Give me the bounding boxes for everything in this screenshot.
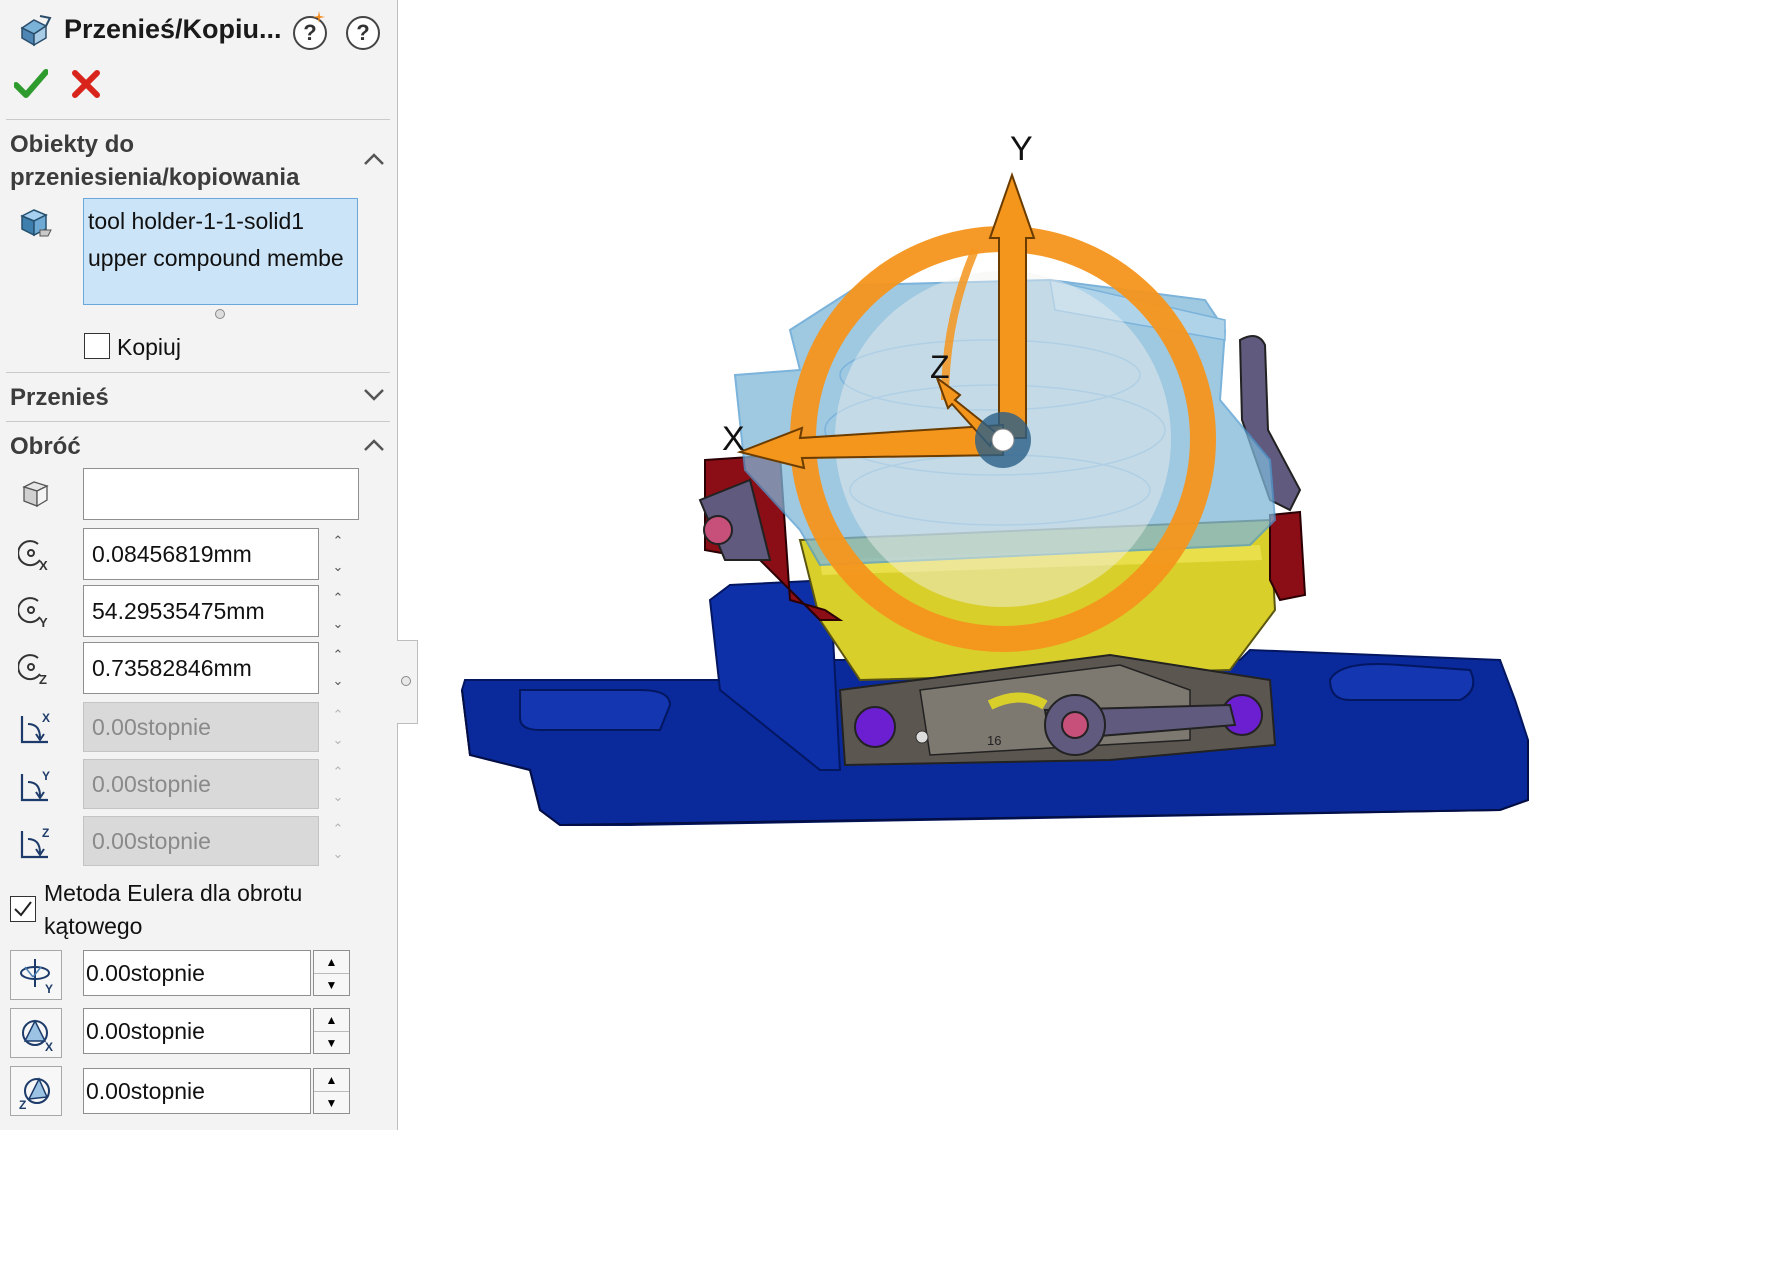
svg-text:X: X xyxy=(42,711,50,725)
center-z-spinner[interactable]: ⌃ ⌄ xyxy=(322,642,354,694)
move-copy-body-icon xyxy=(20,15,52,47)
svg-text:X: X xyxy=(39,558,48,572)
scale-label: 16 xyxy=(987,733,1001,748)
center-y-input[interactable]: 54.29535475mm xyxy=(83,585,319,637)
angle-x-input: 0.00stopnie xyxy=(83,702,319,752)
rotate-z-axis-icon: Z xyxy=(19,1077,50,1112)
angle-x-icon: X xyxy=(20,711,50,744)
triad-origin[interactable] xyxy=(991,428,1015,452)
euler-y-spinner[interactable]: ▲ ▼ xyxy=(313,950,350,996)
euler-x-input[interactable]: 0.00stopnie xyxy=(83,1008,311,1054)
euler-x-spinner[interactable]: ▲ ▼ xyxy=(313,1008,350,1054)
svg-text:Y: Y xyxy=(45,982,53,996)
cancel-x-icon[interactable] xyxy=(72,70,100,98)
checkmark-icon xyxy=(14,901,32,917)
list-item[interactable]: tool holder-1-1-solid1 xyxy=(88,203,357,240)
angle-x-spinner: ⌃ ⌄ xyxy=(332,706,344,747)
move-section-title[interactable]: Przenieś xyxy=(10,381,109,414)
ok-checkmark-icon[interactable] xyxy=(14,68,48,100)
objects-section-title-line1: Obiekty do xyxy=(10,131,135,158)
objects-section-title-line2: przeniesienia/kopiowania xyxy=(10,164,300,191)
rotate-x-axis-icon: X xyxy=(22,1019,53,1054)
angle-z-input: 0.00stopnie xyxy=(83,816,319,866)
list-item[interactable]: upper compound membe xyxy=(88,240,357,277)
separator xyxy=(6,372,390,373)
x-axis-label: X xyxy=(722,420,745,458)
separator xyxy=(6,421,390,422)
svg-text:Y: Y xyxy=(42,769,50,783)
angle-y-icon: Y xyxy=(20,769,50,802)
svg-text:X: X xyxy=(45,1040,53,1054)
reference-point-cube-icon xyxy=(22,481,49,508)
angle-z-icon: Z xyxy=(20,826,49,859)
collapse-chevron-up-icon[interactable] xyxy=(361,146,387,172)
euler-method-checkbox[interactable] xyxy=(10,896,36,922)
euler-method-label-line1: Metoda Eulera dla obrotu xyxy=(44,880,303,906)
svg-text:Z: Z xyxy=(39,672,47,686)
collapse-chevron-up-icon[interactable] xyxy=(361,432,387,458)
center-x-input[interactable]: 0.08456819mm xyxy=(83,528,319,580)
euler-z-axis-button[interactable]: Z xyxy=(10,1066,62,1116)
center-z-input[interactable]: 0.73582846mm xyxy=(83,642,319,694)
euler-z-spinner[interactable]: ▲ ▼ xyxy=(313,1068,350,1114)
copy-label: Kopiuj xyxy=(117,334,181,360)
y-axis-label: Y xyxy=(1010,130,1033,168)
angle-y-input: 0.00stopnie xyxy=(83,759,319,809)
rotate-y-axis-icon: Y xyxy=(20,959,53,996)
list-resize-handle[interactable] xyxy=(215,309,225,319)
svg-text:Y: Y xyxy=(39,615,48,629)
panel-title: Przenieś/Kopiu... xyxy=(64,14,282,44)
solid-body-icon xyxy=(20,209,52,237)
center-x-icon: X xyxy=(18,540,48,572)
angle-z-spinner: ⌃ ⌄ xyxy=(332,820,344,861)
rotate-section-title: Obróć xyxy=(10,433,81,460)
bodies-selection-list[interactable]: tool holder-1-1-solid1 upper compound me… xyxy=(83,198,358,305)
rotation-reference-field[interactable] xyxy=(83,468,359,520)
euler-x-axis-button[interactable]: X xyxy=(10,1008,62,1058)
euler-y-axis-button[interactable]: Y xyxy=(10,950,62,1000)
z-axis-label: Z xyxy=(930,349,950,385)
property-manager-panel: Przenieś/Kopiu... ? ? Obiekty do przenie… xyxy=(0,0,398,1130)
euler-y-input[interactable]: 0.00stopnie xyxy=(83,950,311,996)
angle-y-spinner: ⌃ ⌄ xyxy=(332,763,344,804)
svg-text:Z: Z xyxy=(19,1098,26,1112)
panel-collapse-tab[interactable] xyxy=(397,640,418,724)
help-icon[interactable]: ? xyxy=(346,16,380,50)
sparkle-icon xyxy=(313,11,325,23)
separator xyxy=(6,119,390,120)
euler-z-input[interactable]: 0.00stopnie xyxy=(83,1068,311,1114)
center-x-spinner[interactable]: ⌃ ⌄ xyxy=(322,528,354,580)
center-z-icon: Z xyxy=(18,654,47,686)
graphics-viewport[interactable]: 16 Y X Z xyxy=(418,0,1777,1276)
euler-method-label-line2: kątowego xyxy=(44,913,143,939)
svg-text:Z: Z xyxy=(42,826,49,840)
copy-checkbox[interactable] xyxy=(84,333,110,359)
center-y-icon: Y xyxy=(18,597,48,629)
center-y-spinner[interactable]: ⌃ ⌄ xyxy=(322,585,354,637)
expand-chevron-down-icon[interactable] xyxy=(361,382,387,408)
